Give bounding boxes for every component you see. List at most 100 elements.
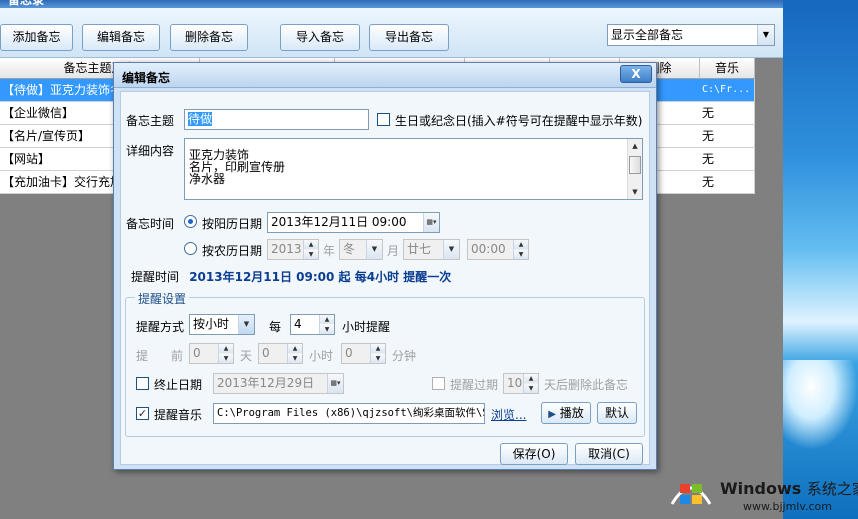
scroll-down-icon[interactable]: ▼ <box>628 185 642 199</box>
advance-days-spinner[interactable]: 0 ▲ ▼ <box>189 343 234 364</box>
every-hours-value: 4 <box>294 317 302 331</box>
add-memo-button[interactable]: 添加备忘 <box>0 24 73 51</box>
expire-days-spinner[interactable]: 10 ▲ ▼ <box>503 373 539 394</box>
remind-settings-title: 提醒设置 <box>135 290 190 307</box>
toolbar: 添加备忘 编辑备忘 删除备忘 导入备忘 导出备忘 显示全部备忘 ▼ <box>0 8 783 58</box>
cell-music: 无 <box>700 102 755 125</box>
expire-suffix-label: 天后删除此备忘 <box>544 378 629 392</box>
delete-memo-button[interactable]: 删除备忘 <box>170 24 248 51</box>
spin-up-icon[interactable]: ▲ <box>288 344 302 353</box>
import-memo-button[interactable]: 导入备忘 <box>280 24 360 51</box>
end-date-picker[interactable]: 2013年12月29日 ▦▾ <box>213 373 344 394</box>
remind-mode-select[interactable]: 按小时 ▼ <box>189 314 255 335</box>
watermark-url: www.bjjmlv.com <box>743 500 832 513</box>
music-path-input[interactable]: C:\Program Files (x86)\qjzsoft\绚彩桌面软件\S <box>213 403 485 424</box>
dialog-body: 备忘主题 待做 生日或纪念日(插入#符号可在提醒中显示年数) 详细内容 亚克力装… <box>120 91 650 465</box>
spinner-arrows[interactable]: ▲ ▼ <box>287 344 302 363</box>
remind-mode-value: 按小时 <box>193 317 230 331</box>
dialog-title-bar[interactable]: 编辑备忘 X <box>114 63 656 88</box>
cell-music: 无 <box>700 171 755 194</box>
spin-up-icon[interactable]: ▲ <box>320 315 334 324</box>
close-button[interactable]: X <box>620 65 652 83</box>
cancel-button[interactable]: 取消(C) <box>575 443 643 465</box>
solar-datetime-picker[interactable]: 2013年12月11日 09:00 ▦▾ <box>267 212 440 233</box>
expire-days-value: 10 <box>507 376 523 390</box>
spinner-arrows[interactable]: ▲ ▼ <box>218 344 233 363</box>
every-label: 每 <box>269 320 282 334</box>
cell-music: 无 <box>700 148 755 171</box>
spin-down-icon[interactable]: ▼ <box>288 354 302 363</box>
advance-hours-spinner[interactable]: 0 ▲ ▼ <box>258 343 303 364</box>
cell-music: C:\Fr... <box>700 79 755 102</box>
spin-down-icon[interactable]: ▼ <box>514 250 528 259</box>
advance-label-2: 前 <box>171 349 184 363</box>
chevron-down-icon[interactable]: ▼ <box>366 240 382 259</box>
advance-minutes-spinner[interactable]: 0 ▲ ▼ <box>341 343 386 364</box>
solar-date-label: 按阳历日期 <box>202 217 263 231</box>
play-button[interactable]: ▶ 播放 <box>541 402 591 424</box>
spin-down-icon[interactable]: ▼ <box>219 354 233 363</box>
subject-input[interactable]: 待做 <box>184 109 369 130</box>
spinner-arrows[interactable]: ▲ ▼ <box>513 240 528 259</box>
spinner-arrows[interactable]: ▲ ▼ <box>303 240 318 259</box>
scroll-up-icon[interactable]: ▲ <box>628 139 642 153</box>
spinner-arrows[interactable]: ▲ ▼ <box>370 344 385 363</box>
remind-time-value: 2013年12月11日 09:00 起 每4小时 提醒一次 <box>189 270 452 284</box>
browse-link[interactable]: 浏览... <box>491 406 526 423</box>
lunar-date-radio[interactable] <box>184 242 197 255</box>
save-button[interactable]: 保存(O) <box>500 443 568 465</box>
spin-up-icon[interactable]: ▲ <box>219 344 233 353</box>
spin-up-icon[interactable]: ▲ <box>304 240 318 249</box>
spin-up-icon[interactable]: ▲ <box>371 344 385 353</box>
solar-date-radio[interactable] <box>184 215 197 228</box>
expire-label: 提醒过期 <box>450 378 499 392</box>
chevron-down-icon[interactable]: ▼ <box>238 315 254 334</box>
spinner-arrows[interactable]: ▲ ▼ <box>319 315 334 334</box>
close-icon: X <box>631 67 641 81</box>
lunar-day-select[interactable]: 廿七 ▼ <box>403 239 460 260</box>
advance-hours-value: 0 <box>262 346 270 360</box>
spin-down-icon[interactable]: ▼ <box>320 325 334 334</box>
spin-up-icon[interactable]: ▲ <box>514 240 528 249</box>
scroll-thumb[interactable] <box>629 156 641 174</box>
calendar-dropdown-icon[interactable]: ▦▾ <box>327 374 343 393</box>
music-path-value: C:\Program Files (x86)\qjzsoft\绚彩桌面软件\S <box>217 407 485 419</box>
lunar-month-select[interactable]: 冬 ▼ <box>339 239 383 260</box>
remind-music-checkbox[interactable]: ✓ <box>136 407 149 420</box>
expire-checkbox[interactable] <box>432 377 445 390</box>
lunar-month-unit: 月 <box>387 244 400 258</box>
advance-hours-unit: 小时 <box>309 349 334 363</box>
every-hours-spinner[interactable]: 4 ▲ ▼ <box>290 314 335 335</box>
birthday-checkbox[interactable] <box>377 113 390 126</box>
end-date-value: 2013年12月29日 <box>217 376 315 390</box>
end-date-label: 终止日期 <box>154 378 203 392</box>
main-title-bar: 备忘录 <box>0 0 783 8</box>
column-header-music[interactable]: 音乐 <box>700 58 755 79</box>
memo-filter-value: 显示全部备忘 <box>611 28 684 42</box>
spin-down-icon[interactable]: ▼ <box>524 384 538 393</box>
play-icon: ▶ <box>548 409 556 420</box>
lunar-year-value: 2013 <box>271 242 302 256</box>
lunar-time-spinner[interactable]: 00:00 ▲ ▼ <box>467 239 529 260</box>
detail-textarea[interactable]: 亚克力装饰 名片，印刷宣传册 净水器 ▲ ▼ <box>184 138 643 200</box>
watermark-brand-zh: 系统之家 <box>806 480 858 498</box>
end-date-checkbox[interactable] <box>136 377 149 390</box>
spin-down-icon[interactable]: ▼ <box>371 354 385 363</box>
spinner-arrows[interactable]: ▲ ▼ <box>523 374 538 393</box>
detail-scrollbar[interactable]: ▲ ▼ <box>627 139 642 199</box>
chevron-down-icon[interactable]: ▼ <box>443 240 459 259</box>
birthday-label: 生日或纪念日(插入#符号可在提醒中显示年数) <box>395 114 643 128</box>
memo-filter-select[interactable]: 显示全部备忘 ▼ <box>607 24 775 46</box>
lunar-year-spinner[interactable]: 2013 ▲ ▼ <box>267 239 319 260</box>
spin-down-icon[interactable]: ▼ <box>304 250 318 259</box>
advance-minutes-unit: 分钟 <box>392 349 417 363</box>
advance-days-unit: 天 <box>240 349 253 363</box>
calendar-dropdown-icon[interactable]: ▦▾ <box>423 213 439 232</box>
edit-memo-button[interactable]: 编辑备忘 <box>82 24 160 51</box>
dialog-title: 编辑备忘 <box>122 71 171 85</box>
default-button[interactable]: 默认 <box>597 402 637 424</box>
spin-up-icon[interactable]: ▲ <box>524 374 538 383</box>
chevron-down-icon[interactable]: ▼ <box>757 25 774 45</box>
desktop-wallpaper <box>780 0 858 519</box>
export-memo-button[interactable]: 导出备忘 <box>369 24 449 51</box>
